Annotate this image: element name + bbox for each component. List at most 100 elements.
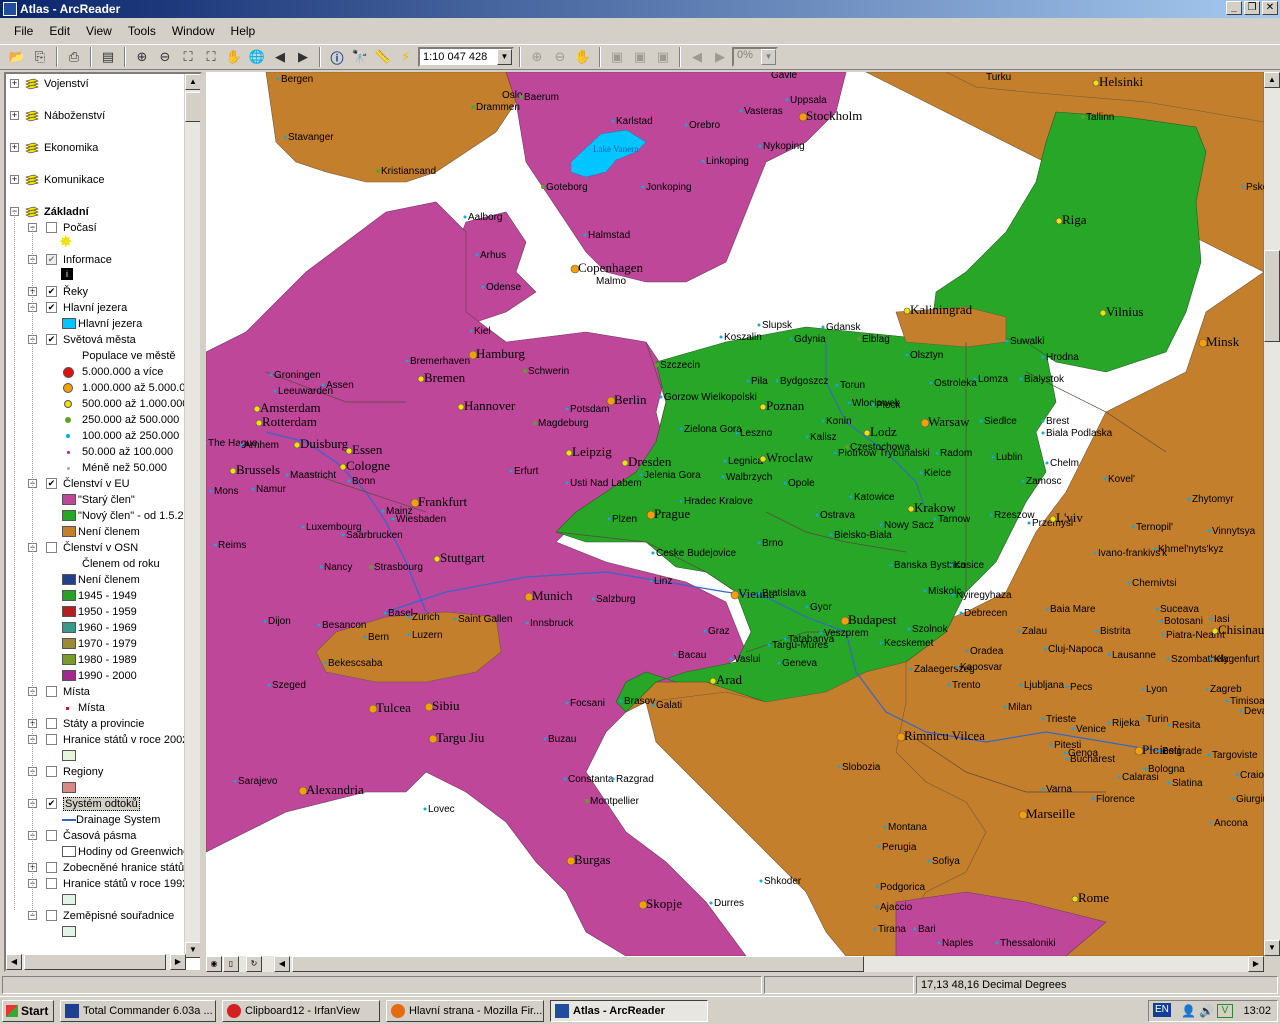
city-dot[interactable] <box>815 513 819 517</box>
city-dot[interactable] <box>1207 753 1211 757</box>
network-icon[interactable]: 👤 <box>1181 1003 1196 1019</box>
zoom-100-icon[interactable]: ▣ <box>629 46 651 68</box>
city-dot[interactable] <box>611 777 615 781</box>
city-dot[interactable] <box>233 779 237 783</box>
city-dot[interactable] <box>611 119 615 123</box>
city-dot[interactable] <box>849 495 853 499</box>
city-dot[interactable] <box>783 481 787 485</box>
scroll-down-icon[interactable]: ▼ <box>1264 940 1280 956</box>
city-dot[interactable] <box>1095 629 1099 633</box>
city-dot[interactable] <box>1041 717 1045 721</box>
city-dot[interactable] <box>723 459 727 463</box>
city-dot[interactable] <box>746 379 750 383</box>
layer-visibility-checkbox[interactable] <box>46 734 57 745</box>
city-dot[interactable] <box>959 611 963 615</box>
city-dot[interactable] <box>651 703 655 707</box>
scroll-right-icon[interactable]: ▶ <box>170 954 186 970</box>
city-dot[interactable] <box>829 533 833 537</box>
map-scale-combo[interactable]: 1:10 047 428 ▼ <box>418 47 514 67</box>
chevron-down-icon[interactable]: ▼ <box>497 49 512 65</box>
city-dot[interactable] <box>905 353 909 357</box>
city-dot[interactable] <box>541 185 545 189</box>
city-dot[interactable] <box>509 469 513 473</box>
city-dot[interactable] <box>563 777 567 781</box>
toc-row[interactable]: − ✔ Systém odtoků <box>6 796 186 812</box>
fixed-zoom-out-icon[interactable]: ⛶ <box>200 46 222 68</box>
toc-row[interactable]: − ✔ Světová města <box>6 332 186 348</box>
city-dot[interactable] <box>785 98 789 102</box>
city-dot[interactable] <box>525 621 529 625</box>
city-dot[interactable] <box>533 421 537 425</box>
menu-window[interactable]: Window <box>164 24 223 38</box>
city-dot[interactable] <box>407 615 411 619</box>
toc-row[interactable]: − Regiony <box>6 764 186 780</box>
city-dot[interactable] <box>819 631 823 635</box>
map-canvas[interactable]: BergenOslo BaerumDrammenStavangerKristian… <box>206 72 1264 956</box>
city-dot[interactable] <box>1063 751 1067 755</box>
open-icon[interactable]: 📂 <box>6 46 28 68</box>
layer-visibility-checkbox[interactable] <box>46 542 57 553</box>
city-dot[interactable] <box>1019 377 1023 381</box>
scroll-up-icon[interactable]: ▲ <box>185 74 200 90</box>
city-dot[interactable] <box>565 407 569 411</box>
layer-visibility-checkbox[interactable]: ✔ <box>46 334 57 345</box>
layer-visibility-checkbox[interactable] <box>46 222 57 233</box>
menu-tools[interactable]: Tools <box>120 24 164 38</box>
city-dot[interactable] <box>758 144 762 148</box>
speaker-icon[interactable]: 🔊 <box>1199 1003 1214 1019</box>
scroll-left-icon[interactable]: ◀ <box>274 956 290 972</box>
full-extent-icon[interactable]: 🌐 <box>246 46 268 68</box>
city-dot[interactable] <box>679 427 683 431</box>
city-dot[interactable] <box>321 383 325 387</box>
expand-icon[interactable]: + <box>10 79 19 88</box>
city-dot[interactable] <box>383 611 387 615</box>
city-dot[interactable] <box>1141 687 1145 691</box>
city-dot[interactable] <box>591 597 595 601</box>
city-dot[interactable] <box>607 517 611 521</box>
layer-visibility-checkbox[interactable]: ✔ <box>46 798 57 809</box>
city-dot[interactable] <box>583 233 587 237</box>
city-dot[interactable] <box>1005 339 1009 343</box>
toc-row[interactable]: + ✔ Řeky <box>6 284 186 300</box>
layer-visibility-checkbox[interactable] <box>46 862 57 873</box>
city-dot[interactable] <box>1041 431 1045 435</box>
city-dot[interactable] <box>565 701 569 705</box>
city-dot[interactable] <box>845 445 849 449</box>
city-dot[interactable] <box>376 169 380 173</box>
layer-visibility-checkbox[interactable] <box>46 718 57 729</box>
city-dot[interactable] <box>991 455 995 459</box>
restore-button[interactable]: ❐ <box>1244 1 1260 15</box>
hyperlink-icon[interactable]: ⚡ <box>395 46 417 68</box>
zoom-in-icon[interactable]: ⊕ <box>131 46 153 68</box>
city-dot[interactable] <box>1071 727 1075 731</box>
city-dot[interactable] <box>875 905 879 909</box>
city-dot[interactable] <box>821 325 825 329</box>
city-dot[interactable] <box>319 565 323 569</box>
city-dot[interactable] <box>673 653 677 657</box>
task-irfanview[interactable]: Clipboard12 - IrfanView <box>222 1000 380 1022</box>
toc-vertical-scrollbar[interactable]: ▲ ▼ <box>184 74 200 958</box>
city-dot[interactable] <box>833 451 837 455</box>
scroll-right-icon[interactable]: ▶ <box>1248 956 1264 972</box>
expand-icon[interactable]: + <box>10 143 19 152</box>
city-dot[interactable] <box>585 799 589 803</box>
city-dot[interactable] <box>543 737 547 741</box>
city-dot[interactable] <box>1167 781 1171 785</box>
task-firefox[interactable]: Hlavní strana - Mozilla Fir... <box>386 1000 544 1022</box>
city-dot[interactable] <box>301 525 305 529</box>
city-dot[interactable] <box>471 105 475 109</box>
toc-row[interactable]: − Místa <box>6 684 186 700</box>
city-dot[interactable] <box>1045 461 1049 465</box>
city-dot[interactable] <box>907 627 911 631</box>
scroll-up-icon[interactable]: ▲ <box>1264 72 1280 88</box>
city-dot[interactable] <box>283 135 287 139</box>
city-dot[interactable] <box>1209 821 1213 825</box>
city-dot[interactable] <box>1235 773 1239 777</box>
city-dot[interactable] <box>929 381 933 385</box>
city-dot[interactable] <box>973 377 977 381</box>
city-dot[interactable] <box>989 513 993 517</box>
toc-row[interactable]: + Náboženství <box>6 108 186 124</box>
zoom-page-width-icon[interactable]: ▣ <box>652 46 674 68</box>
city-dot[interactable] <box>641 185 645 189</box>
city-dot[interactable] <box>739 109 743 113</box>
